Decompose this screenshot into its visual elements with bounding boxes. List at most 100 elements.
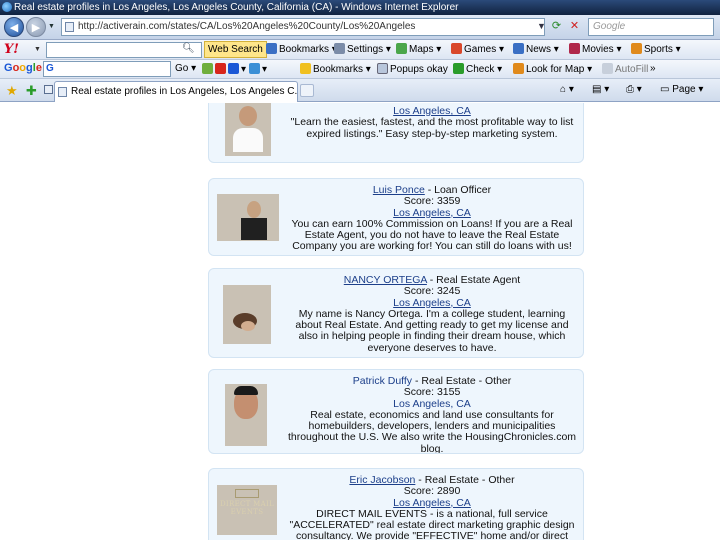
profile-name-link[interactable]: NANCY ORTEGA [344, 274, 427, 286]
sports-button[interactable]: Sports ▾ [631, 43, 681, 55]
profile-role: - Loan Officer [424, 184, 492, 196]
maps-icon [396, 43, 407, 54]
movies-button[interactable]: Movies ▾ [569, 43, 622, 55]
page-icon [58, 87, 67, 97]
back-button[interactable]: ◀ [4, 17, 24, 37]
toolbar-overflow-button[interactable]: » [650, 63, 656, 74]
profile-card: DIRECT MAIL EVENTS Eric Jacobson - Real … [208, 468, 584, 540]
yahoo-menu-dropdown-icon[interactable]: ▼ [34, 46, 41, 53]
feeds-icon[interactable]: ▤ ▾ [592, 84, 609, 95]
google-g-icon: G [46, 63, 54, 74]
yahoo-toolbar: Y! ▼ 🔍︎ Web Search Bookmarks ▾ Settings … [0, 40, 720, 60]
quick-tabs-icon[interactable] [44, 85, 53, 94]
pagerank-icon [202, 63, 213, 74]
profile-description: DIRECT MAIL EVENTS - is a national, full… [289, 507, 575, 540]
tab-active[interactable]: Real estate profiles in Los Angeles, Los… [54, 81, 298, 102]
new-tab-button[interactable] [300, 84, 314, 97]
profile-score: Score: 2890 [403, 485, 461, 498]
profile-score: Score: 3155 [403, 386, 461, 399]
refresh-icon[interactable]: ⟳ [549, 19, 564, 34]
stop-icon[interactable]: ✕ [567, 19, 582, 34]
window-title: Real estate profiles in Los Angeles, Los… [14, 2, 459, 13]
games-button[interactable]: Games ▾ [451, 43, 504, 55]
checkmark-icon [453, 63, 464, 74]
autofill-button[interactable]: AutoFill [602, 63, 648, 75]
profile-photo[interactable] [223, 285, 271, 344]
url-text: http://activerain.com/states/CA/Los%20An… [78, 21, 416, 32]
search-icon[interactable]: 🔍︎ [182, 43, 195, 54]
tab-title: Real estate profiles in Los Angeles, Los… [71, 86, 298, 97]
popup-icon [377, 63, 388, 74]
profile-role: - Real Estate Agent [426, 274, 521, 286]
popup-blocker-button[interactable]: Popups okay [377, 63, 448, 75]
profile-card: Patrick Duffy - Real Estate - Other Scor… [208, 369, 584, 454]
google-bookmarks-button[interactable]: Bookmarks ▾ [300, 63, 371, 75]
url-dropdown-icon[interactable]: ▼ [537, 21, 546, 31]
profile-description: "Learn the easiest, fastest, and the mos… [290, 116, 574, 140]
profile-score: Score: 3359 [403, 195, 461, 208]
page-icon [65, 22, 74, 32]
sports-icon [631, 43, 642, 54]
google-search-input[interactable]: G [43, 61, 171, 77]
profile-text: Los Angeles, CA "Learn the easiest, fast… [285, 105, 579, 140]
profile-role: - Real Estate - Other [415, 474, 515, 486]
yahoo-logo[interactable]: Y! [4, 42, 19, 57]
company-logo-frame [235, 489, 259, 498]
favorites-star-icon[interactable]: ★ [6, 83, 18, 99]
forward-arrow-icon: ▶ [31, 22, 41, 34]
games-icon [451, 43, 462, 54]
tab-bar: ★ ✚ Real estate profiles in Los Angeles,… [0, 79, 720, 102]
google-tools-icons[interactable]: ▾ ▾ [202, 63, 267, 75]
profile-card: NANCY ORTEGA - Real Estate Agent Score: … [208, 268, 584, 358]
settings-button[interactable]: Settings ▾ [334, 43, 391, 55]
profile-name-link[interactable]: Eric Jacobson [349, 474, 415, 486]
news-icon [513, 43, 524, 54]
sidewiki-icon [249, 63, 261, 74]
search-placeholder: Google [593, 21, 626, 32]
spell-check-button[interactable]: Check ▾ [453, 63, 502, 75]
map-pin-icon [513, 63, 524, 74]
gmail-icon [215, 63, 226, 74]
print-icon[interactable]: ⎙ ▾ [626, 84, 642, 95]
google-toolbar: Google G Go ▾ ▾ ▾ Bookmarks ▾ Popups okay… [0, 60, 720, 79]
profile-card: Los Angeles, CA "Learn the easiest, fast… [208, 103, 584, 163]
profile-card: Luis Ponce - Loan Officer Score: 3359 Lo… [208, 178, 584, 256]
add-favorite-icon[interactable]: ✚ [26, 83, 37, 99]
bookmarks-icon [266, 43, 277, 54]
profile-name-link[interactable]: Luis Ponce [373, 184, 425, 196]
star-icon [300, 63, 311, 74]
google-logo[interactable]: Google [4, 62, 42, 74]
address-bar: ◀ ▶ ▼ http://activerain.com/states/CA/Lo… [0, 15, 720, 40]
profile-photo[interactable]: DIRECT MAIL EVENTS [217, 485, 277, 535]
url-input[interactable]: http://activerain.com/states/CA/Los%20An… [61, 18, 545, 36]
profile-role: - Real Estate - Other [412, 375, 512, 387]
yahoo-search-input[interactable] [46, 42, 202, 58]
look-for-map-button[interactable]: Look for Map ▾ [513, 63, 592, 75]
bookmarks-button[interactable]: Bookmarks ▾ [266, 43, 337, 55]
translate-icon [228, 63, 239, 74]
profile-text: Luis Ponce - Loan Officer Score: 3359 Lo… [285, 184, 579, 253]
page-menu-button[interactable]: ▭ Page ▾ [660, 84, 703, 95]
back-arrow-icon: ◀ [9, 22, 19, 34]
profile-text: Eric Jacobson - Real Estate - Other Scor… [285, 474, 579, 540]
news-button[interactable]: News ▾ [513, 43, 559, 55]
home-icon[interactable]: ⌂ ▾ [560, 84, 574, 95]
page-icon: ▭ [660, 84, 670, 95]
profile-photo[interactable] [217, 194, 279, 241]
search-input[interactable]: Google [588, 18, 714, 36]
profile-name-link[interactable]: Patrick Duffy [353, 375, 412, 387]
forward-button[interactable]: ▶ [26, 17, 46, 37]
web-search-button[interactable]: Web Search [204, 41, 267, 58]
google-go-button[interactable]: Go ▾ [175, 63, 196, 74]
window-title-bar: Real estate profiles in Los Angeles, Los… [0, 0, 720, 15]
profile-photo[interactable] [225, 103, 271, 156]
profile-photo[interactable] [225, 384, 267, 446]
profile-description: Real estate, economics and land use cons… [287, 408, 577, 454]
profile-description: My name is Nancy Ortega. I'm a college s… [295, 307, 569, 354]
recent-pages-dropdown[interactable]: ▼ [48, 23, 55, 30]
profile-description: You can earn 100% Commission on Loans! I… [291, 217, 573, 253]
profile-text: NANCY ORTEGA - Real Estate Agent Score: … [285, 274, 579, 354]
profile-text: Patrick Duffy - Real Estate - Other Scor… [285, 375, 579, 454]
maps-button[interactable]: Maps ▾ [396, 43, 441, 55]
page-content: Los Angeles, CA "Learn the easiest, fast… [0, 103, 720, 540]
